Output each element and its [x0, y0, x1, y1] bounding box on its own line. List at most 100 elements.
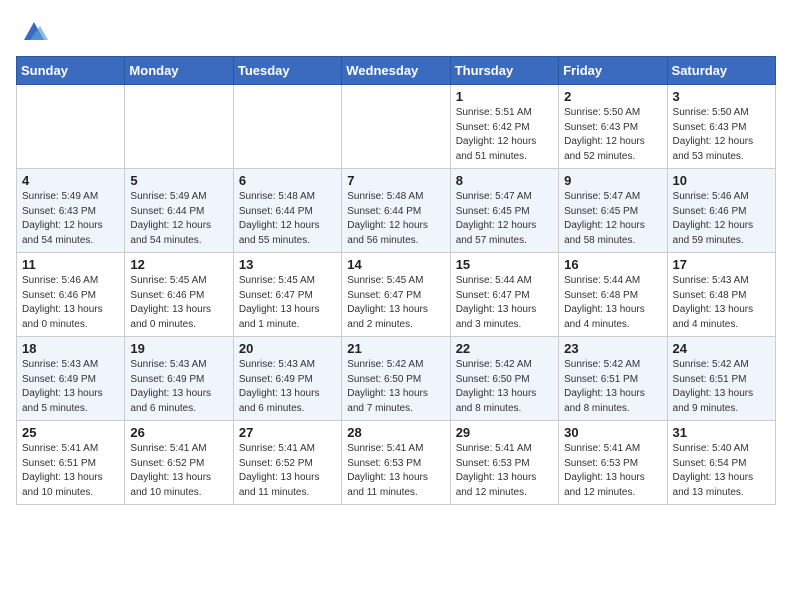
day-info: Sunrise: 5:46 AMSunset: 6:46 PMDaylight:…	[673, 190, 770, 248]
day-info: Sunrise: 5:41 AMSunset: 6:52 PMDaylight:…	[130, 442, 227, 500]
day-info: Sunrise: 5:42 AMSunset: 6:51 PMDaylight:…	[564, 358, 661, 416]
calendar-week-row: 18 Sunrise: 5:43 AMSunset: 6:49 PMDayligh…	[17, 337, 776, 421]
day-number: 25	[22, 425, 119, 440]
day-info: Sunrise: 5:41 AMSunset: 6:51 PMDaylight:…	[22, 442, 119, 500]
weekday-header: Sunday	[17, 57, 125, 85]
day-info: Sunrise: 5:41 AMSunset: 6:53 PMDaylight:…	[564, 442, 661, 500]
calendar-cell	[125, 85, 233, 169]
calendar-cell: 13 Sunrise: 5:45 AMSunset: 6:47 PMDayligh…	[233, 253, 341, 337]
day-number: 29	[456, 425, 553, 440]
day-info: Sunrise: 5:51 AMSunset: 6:42 PMDaylight:…	[456, 106, 553, 164]
day-number: 2	[564, 89, 661, 104]
calendar-cell: 6Sunrise: 5:48 AMSunset: 6:44 PMDaylight…	[233, 169, 341, 253]
day-info: Sunrise: 5:43 AMSunset: 6:49 PMDaylight:…	[130, 358, 227, 416]
day-number: 18	[22, 341, 119, 356]
page-header	[16, 16, 776, 44]
calendar-cell: 14 Sunrise: 5:45 AMSunset: 6:47 PMDayligh…	[342, 253, 450, 337]
day-number: 10	[673, 173, 770, 188]
day-info: Sunrise: 5:42 AMSunset: 6:50 PMDaylight:…	[456, 358, 553, 416]
logo	[16, 16, 48, 44]
calendar-cell: 30 Sunrise: 5:41 AMSunset: 6:53 PMDayligh…	[559, 421, 667, 505]
calendar-cell: 7Sunrise: 5:48 AMSunset: 6:44 PMDaylight…	[342, 169, 450, 253]
weekday-header: Wednesday	[342, 57, 450, 85]
day-number: 1	[456, 89, 553, 104]
calendar-cell	[342, 85, 450, 169]
calendar-cell: 15Sunrise: 5:44 AMSunset: 6:47 PMDayligh…	[450, 253, 558, 337]
day-number: 6	[239, 173, 336, 188]
calendar-cell: 4 Sunrise: 5:49 AMSunset: 6:43 PMDaylight…	[17, 169, 125, 253]
calendar-cell: 2Sunrise: 5:50 AMSunset: 6:43 PMDaylight…	[559, 85, 667, 169]
day-info: Sunrise: 5:42 AMSunset: 6:51 PMDaylight:…	[673, 358, 770, 416]
calendar-cell: 10 Sunrise: 5:46 AMSunset: 6:46 PMDayligh…	[667, 169, 775, 253]
day-number: 15	[456, 257, 553, 272]
logo-icon	[20, 16, 48, 44]
calendar-cell: 29 Sunrise: 5:41 AMSunset: 6:53 PMDayligh…	[450, 421, 558, 505]
calendar-cell: 24 Sunrise: 5:42 AMSunset: 6:51 PMDayligh…	[667, 337, 775, 421]
day-info: Sunrise: 5:49 AMSunset: 6:43 PMDaylight:…	[22, 190, 119, 248]
day-number: 21	[347, 341, 444, 356]
calendar-week-row: 4 Sunrise: 5:49 AMSunset: 6:43 PMDaylight…	[17, 169, 776, 253]
day-info: Sunrise: 5:45 AMSunset: 6:47 PMDaylight:…	[239, 274, 336, 332]
day-number: 26	[130, 425, 227, 440]
calendar-cell	[233, 85, 341, 169]
day-info: Sunrise: 5:45 AMSunset: 6:46 PMDaylight:…	[130, 274, 227, 332]
day-number: 24	[673, 341, 770, 356]
day-info: Sunrise: 5:47 AMSunset: 6:45 PMDaylight:…	[564, 190, 661, 248]
day-number: 5	[130, 173, 227, 188]
day-number: 19	[130, 341, 227, 356]
calendar-week-row: 11 Sunrise: 5:46 AMSunset: 6:46 PMDayligh…	[17, 253, 776, 337]
day-number: 12	[130, 257, 227, 272]
calendar-cell: 17 Sunrise: 5:43 AMSunset: 6:48 PMDayligh…	[667, 253, 775, 337]
day-number: 30	[564, 425, 661, 440]
day-number: 9	[564, 173, 661, 188]
day-info: Sunrise: 5:40 AMSunset: 6:54 PMDaylight:…	[673, 442, 770, 500]
calendar-cell: 1 Sunrise: 5:51 AMSunset: 6:42 PMDaylight…	[450, 85, 558, 169]
calendar-cell: 5Sunrise: 5:49 AMSunset: 6:44 PMDaylight…	[125, 169, 233, 253]
day-info: Sunrise: 5:43 AMSunset: 6:49 PMDaylight:…	[22, 358, 119, 416]
weekday-header: Friday	[559, 57, 667, 85]
calendar-cell: 12 Sunrise: 5:45 AMSunset: 6:46 PMDayligh…	[125, 253, 233, 337]
day-number: 27	[239, 425, 336, 440]
day-number: 22	[456, 341, 553, 356]
day-number: 4	[22, 173, 119, 188]
calendar-cell: 21 Sunrise: 5:42 AMSunset: 6:50 PMDayligh…	[342, 337, 450, 421]
day-info: Sunrise: 5:43 AMSunset: 6:48 PMDaylight:…	[673, 274, 770, 332]
day-info: Sunrise: 5:41 AMSunset: 6:52 PMDaylight:…	[239, 442, 336, 500]
weekday-header: Saturday	[667, 57, 775, 85]
day-info: Sunrise: 5:45 AMSunset: 6:47 PMDaylight:…	[347, 274, 444, 332]
calendar-cell: 8 Sunrise: 5:47 AMSunset: 6:45 PMDaylight…	[450, 169, 558, 253]
calendar-cell: 20Sunrise: 5:43 AMSunset: 6:49 PMDayligh…	[233, 337, 341, 421]
calendar-cell: 27 Sunrise: 5:41 AMSunset: 6:52 PMDayligh…	[233, 421, 341, 505]
day-info: Sunrise: 5:42 AMSunset: 6:50 PMDaylight:…	[347, 358, 444, 416]
day-number: 11	[22, 257, 119, 272]
calendar-cell: 22 Sunrise: 5:42 AMSunset: 6:50 PMDayligh…	[450, 337, 558, 421]
day-number: 8	[456, 173, 553, 188]
day-info: Sunrise: 5:46 AMSunset: 6:46 PMDaylight:…	[22, 274, 119, 332]
calendar-cell: 18 Sunrise: 5:43 AMSunset: 6:49 PMDayligh…	[17, 337, 125, 421]
day-number: 13	[239, 257, 336, 272]
calendar-cell: 9 Sunrise: 5:47 AMSunset: 6:45 PMDaylight…	[559, 169, 667, 253]
calendar-week-row: 25 Sunrise: 5:41 AMSunset: 6:51 PMDayligh…	[17, 421, 776, 505]
day-number: 16	[564, 257, 661, 272]
day-number: 17	[673, 257, 770, 272]
calendar-cell: 28Sunrise: 5:41 AMSunset: 6:53 PMDayligh…	[342, 421, 450, 505]
calendar-cell: 19 Sunrise: 5:43 AMSunset: 6:49 PMDayligh…	[125, 337, 233, 421]
calendar-cell: 3 Sunrise: 5:50 AMSunset: 6:43 PMDaylight…	[667, 85, 775, 169]
calendar-cell: 31 Sunrise: 5:40 AMSunset: 6:54 PMDayligh…	[667, 421, 775, 505]
weekday-header-row: SundayMondayTuesdayWednesdayThursdayFrid…	[17, 57, 776, 85]
calendar-week-row: 1 Sunrise: 5:51 AMSunset: 6:42 PMDaylight…	[17, 85, 776, 169]
calendar-cell: 25 Sunrise: 5:41 AMSunset: 6:51 PMDayligh…	[17, 421, 125, 505]
day-info: Sunrise: 5:47 AMSunset: 6:45 PMDaylight:…	[456, 190, 553, 248]
day-number: 23	[564, 341, 661, 356]
day-info: Sunrise: 5:41 AMSunset: 6:53 PMDaylight:…	[456, 442, 553, 500]
day-number: 7	[347, 173, 444, 188]
day-info: Sunrise: 5:50 AMSunset: 6:43 PMDaylight:…	[673, 106, 770, 164]
day-number: 14	[347, 257, 444, 272]
weekday-header: Thursday	[450, 57, 558, 85]
day-number: 31	[673, 425, 770, 440]
day-info: Sunrise: 5:44 AMSunset: 6:48 PMDaylight:…	[564, 274, 661, 332]
day-number: 3	[673, 89, 770, 104]
day-number: 20	[239, 341, 336, 356]
day-info: Sunrise: 5:41 AMSunset: 6:53 PMDaylight:…	[347, 442, 444, 500]
calendar-cell	[17, 85, 125, 169]
